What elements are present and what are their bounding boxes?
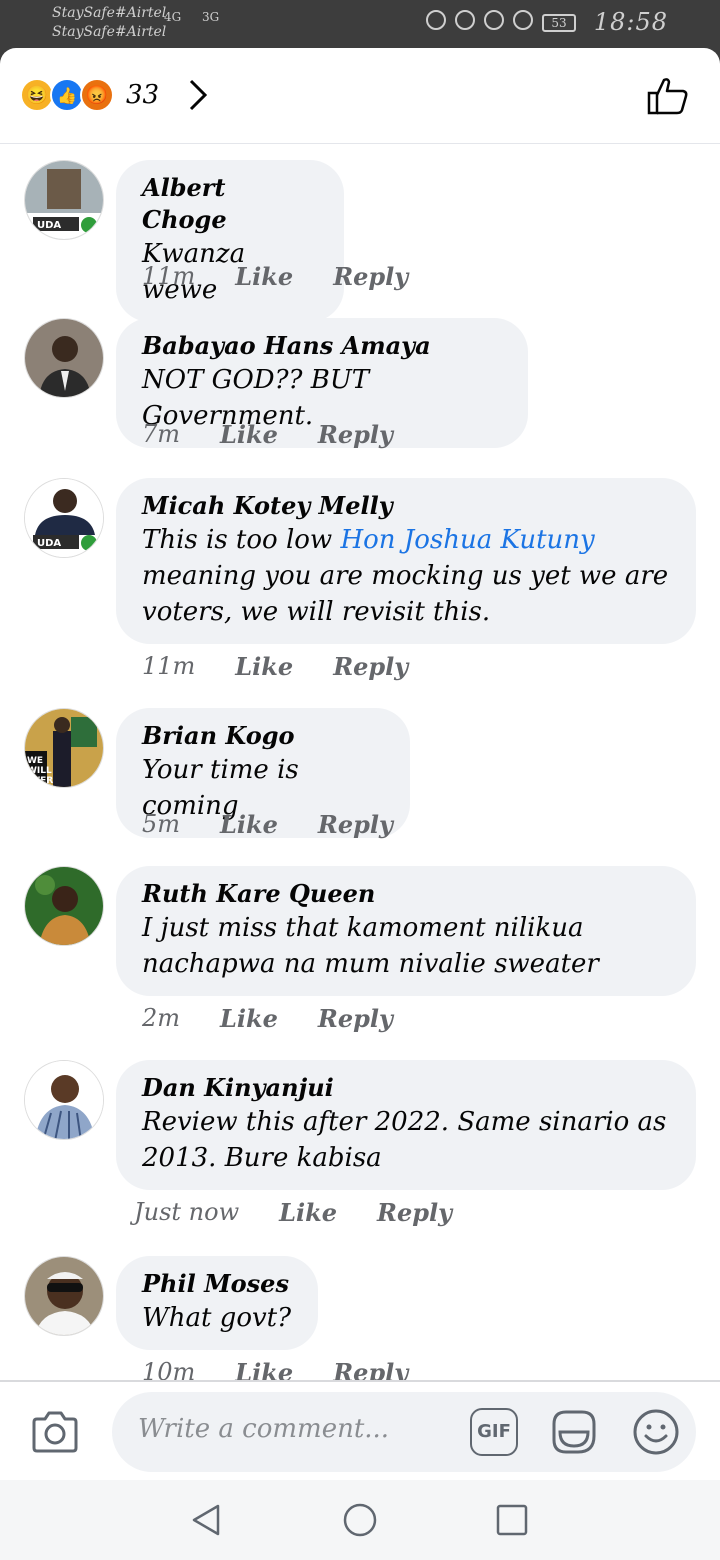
home-icon[interactable] <box>342 1502 378 1538</box>
reply-link[interactable]: Reply <box>318 420 393 449</box>
comment-text: This is too low Hon Joshua Kutuny meanin… <box>142 522 670 630</box>
like-link[interactable]: Like <box>235 262 293 291</box>
alarm-icon <box>513 10 533 30</box>
comment-author[interactable]: Babayao Hans Amaya <box>142 330 502 362</box>
back-icon[interactable] <box>188 1502 224 1538</box>
comment-text: Review this after 2022. Same sinario as … <box>142 1107 667 1173</box>
avatar[interactable]: UDA <box>24 160 104 240</box>
clock: 18:58 <box>593 8 668 36</box>
svg-text:WE: WE <box>27 756 43 766</box>
comment-author[interactable]: Brian Kogo <box>142 720 384 752</box>
reply-link[interactable]: Reply <box>333 262 408 291</box>
sticker-icon[interactable] <box>548 1406 600 1458</box>
avatar[interactable] <box>24 866 104 946</box>
reaction-count: 33 <box>126 80 160 110</box>
like-link[interactable]: Like <box>279 1198 337 1227</box>
battery-indicator: 53 <box>542 14 576 32</box>
avatar[interactable]: UDA <box>24 478 104 558</box>
network-2-label: 3G <box>202 10 220 24</box>
comment-time: 11m <box>142 652 196 680</box>
comment-actions: 10m Like Reply <box>142 1358 448 1380</box>
svg-text:EVER: EVER <box>27 776 53 786</box>
like-link[interactable]: Like <box>220 810 278 839</box>
comment-time: 2m <box>142 1004 181 1032</box>
svg-text:UDA: UDA <box>37 538 61 549</box>
network-1-label: 4G <box>164 10 182 24</box>
thumbs-up-icon[interactable] <box>646 74 690 118</box>
like-link[interactable]: Like <box>235 1358 293 1380</box>
comment-time: 11m <box>142 262 196 290</box>
comment-text: What govt? <box>142 1303 292 1333</box>
reply-link[interactable]: Reply <box>333 1358 408 1380</box>
comment-actions: 5m Like Reply <box>142 810 433 839</box>
comment-time: 5m <box>142 810 181 838</box>
comment-time: 7m <box>142 420 181 448</box>
comment-actions: 2m Like Reply <box>142 1004 433 1033</box>
comment-composer: Write a comment... GIF <box>0 1380 720 1480</box>
avatar[interactable]: WE WILL EVER <box>24 708 104 788</box>
comment-author[interactable]: Albert Choge <box>142 172 318 236</box>
eye-comfort-icon <box>484 10 504 30</box>
comment-time: Just now <box>134 1198 240 1226</box>
reply-link[interactable]: Reply <box>377 1198 452 1227</box>
comment-actions: 11m Like Reply <box>142 652 448 681</box>
svg-text:WILL: WILL <box>27 766 52 776</box>
angry-reaction-icon: 😡 <box>80 78 114 112</box>
reactions-summary[interactable]: 😆 👍 😡 33 <box>20 78 159 112</box>
like-link[interactable]: Like <box>220 1004 278 1033</box>
comment-text-start: This is too low <box>142 525 341 555</box>
system-nav-bar <box>0 1480 720 1560</box>
comment-author[interactable]: Dan Kinyanjui <box>142 1072 670 1104</box>
gif-button[interactable]: GIF <box>470 1408 518 1456</box>
headphones-icon <box>426 10 446 30</box>
reply-link[interactable]: Reply <box>318 810 393 839</box>
carrier-1: StaySafe#Airtel <box>52 5 167 21</box>
emoji-icon[interactable] <box>630 1406 682 1458</box>
data-saver-icon <box>455 10 475 30</box>
mention-link[interactable]: Hon Joshua Kutuny <box>340 525 594 555</box>
avatar[interactable] <box>24 1256 104 1336</box>
comment-bubble: Micah Kotey Melly This is too low Hon Jo… <box>116 478 696 644</box>
status-icons <box>426 10 533 30</box>
like-reaction-icon: 👍 <box>50 78 84 112</box>
avatar[interactable] <box>24 318 104 398</box>
comment-bubble: Phil Moses What govt? <box>116 1256 318 1350</box>
comment-text-end: meaning you are mocking us yet we are vo… <box>142 561 669 627</box>
comment-author[interactable]: Ruth Kare Queen <box>142 878 670 910</box>
status-bar: StaySafe#Airtel StaySafe#Airtel 4G 3G 53… <box>0 0 720 48</box>
svg-text:UDA: UDA <box>37 220 61 231</box>
comment-text: I just miss that kamoment nilikua nachap… <box>142 913 599 979</box>
carrier-labels: StaySafe#Airtel StaySafe#Airtel <box>52 4 166 42</box>
comment-actions: 7m Like Reply <box>142 420 433 449</box>
recents-icon[interactable] <box>494 1502 530 1538</box>
comment-actions: 11m Like Reply <box>142 262 448 291</box>
reply-link[interactable]: Reply <box>318 1004 393 1033</box>
avatar[interactable] <box>24 1060 104 1140</box>
carrier-2: StaySafe#Airtel <box>52 24 167 40</box>
comment-bubble: Ruth Kare Queen I just miss that kamomen… <box>116 866 696 996</box>
comment-bubble: Albert Choge Kwanza wewe <box>116 160 344 322</box>
comment-input[interactable]: Write a comment... GIF <box>112 1392 696 1472</box>
reactions-header: 😆 👍 😡 33 <box>0 48 720 144</box>
chevron-right-icon[interactable] <box>182 78 216 112</box>
comments-list: UDA Albert Choge Kwanza wewe 11m Like Re… <box>0 144 720 1380</box>
camera-icon[interactable] <box>30 1410 80 1454</box>
comment-time: 10m <box>142 1358 196 1380</box>
comment-bubble: Dan Kinyanjui Review this after 2022. Sa… <box>116 1060 696 1190</box>
like-link[interactable]: Like <box>220 420 278 449</box>
haha-reaction-icon: 😆 <box>20 78 54 112</box>
reply-link[interactable]: Reply <box>333 652 408 681</box>
comments-sheet: 😆 👍 😡 33 UDA Albert Choge Kwanza wewe 11… <box>0 48 720 1560</box>
comment-input-placeholder: Write a comment... <box>138 1414 390 1444</box>
comment-actions: Just now Like Reply <box>134 1198 492 1227</box>
comment-author[interactable]: Micah Kotey Melly <box>142 490 670 522</box>
comment-author[interactable]: Phil Moses <box>142 1268 292 1300</box>
like-link[interactable]: Like <box>235 652 293 681</box>
